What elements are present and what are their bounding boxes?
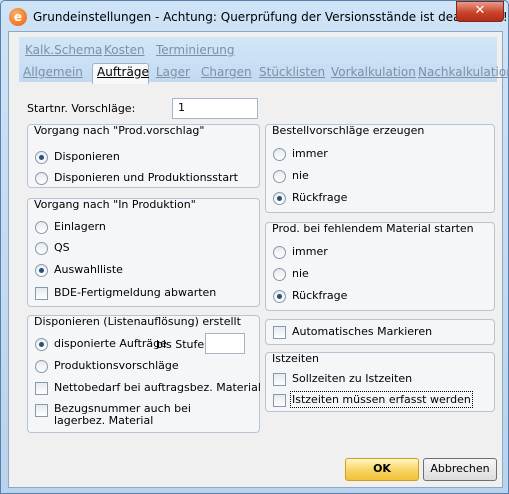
radio-button[interactable]	[273, 192, 286, 205]
radio-button[interactable]	[35, 338, 48, 351]
tab-terminierung[interactable]: Terminierung	[156, 43, 235, 57]
group-bestellvorschlaege-title: Bestellvorschläge erzeugen	[272, 124, 425, 137]
window-title: Grundeinstellungen - Achtung: Querprüfun…	[33, 10, 508, 24]
startnr-value: 1	[178, 101, 185, 114]
tab-chargen[interactable]: Chargen	[201, 65, 252, 79]
group-bestellvorschlaege: Bestellvorschläge erzeugen immer nie Rüc…	[265, 124, 495, 213]
tab-stuecklisten[interactable]: Stücklisten	[259, 65, 325, 79]
ok-button[interactable]: OK	[345, 458, 419, 481]
group-istzeiten: Istzeiten Sollzeiten zu Istzeiten Istzei…	[265, 352, 495, 412]
close-button[interactable]: ✕	[456, 1, 504, 22]
radio-button[interactable]	[273, 170, 286, 183]
tab-strip: Kalk.Schema Kosten Terminierung Allgemei…	[19, 37, 509, 84]
tab-panel-auftraege: Startnr. Vorschläge: 1 Vorgang nach "Pro…	[17, 82, 497, 433]
checkbox[interactable]	[273, 394, 286, 407]
stufe-field[interactable]	[205, 333, 245, 354]
group-fehlendes-material-title: Prod. bei fehlendem Material starten	[272, 222, 474, 235]
tab-allgemein[interactable]: Allgemein	[23, 65, 83, 79]
radio-button[interactable]	[35, 172, 48, 185]
tab-lager[interactable]: Lager	[156, 65, 190, 79]
radio-button[interactable]	[35, 360, 48, 373]
checkbox[interactable]	[273, 326, 286, 339]
title-bar[interactable]: e Grundeinstellungen - Achtung: Querprüf…	[1, 1, 508, 31]
dialog-window: e Grundeinstellungen - Achtung: Querprüf…	[0, 0, 509, 494]
checkbox[interactable]	[35, 404, 48, 417]
dialog-client: Kalk.Schema Kosten Terminierung Allgemei…	[8, 31, 509, 488]
startnr-label: Startnr. Vorschläge:	[27, 102, 136, 115]
radio-button[interactable]	[35, 151, 48, 164]
checkbox[interactable]	[35, 382, 48, 395]
app-icon: e	[9, 8, 27, 26]
checkbox[interactable]	[35, 287, 48, 300]
group-disponieren: Disponieren (Listenauflösung) erstellt d…	[27, 315, 261, 433]
radio-button[interactable]	[273, 246, 286, 259]
group-prod-vorschlag: Vorgang nach "Prod.vorschlag" Disponiere…	[27, 124, 260, 188]
tab-vorkalkulation[interactable]: Vorkalkulation	[331, 65, 416, 79]
stufe-label: bis Stufe:	[156, 338, 208, 351]
group-in-produktion-title: Vorgang nach "In Produktion"	[34, 198, 196, 211]
radio-button[interactable]	[273, 290, 286, 303]
tab-auftraege[interactable]: Aufträge	[97, 65, 149, 79]
group-auto-markieren: Automatisches Markieren	[265, 319, 495, 345]
group-prod-vorschlag-title: Vorgang nach "Prod.vorschlag"	[34, 124, 205, 137]
startnr-field[interactable]: 1	[172, 98, 258, 119]
group-disponieren-title: Disponieren (Listenauflösung) erstellt	[34, 315, 241, 328]
radio-button[interactable]	[273, 268, 286, 281]
group-istzeiten-title: Istzeiten	[272, 352, 319, 365]
group-in-produktion: Vorgang nach "In Produktion" Einlagern Q…	[27, 198, 260, 307]
tab-kalk-schema[interactable]: Kalk.Schema	[25, 43, 102, 57]
radio-button[interactable]	[35, 221, 48, 234]
group-fehlendes-material: Prod. bei fehlendem Material starten imm…	[265, 222, 495, 311]
checkbox[interactable]	[273, 373, 286, 386]
tab-nachkalkulation[interactable]: Nachkalkulation	[418, 65, 509, 79]
tab-kosten[interactable]: Kosten	[104, 43, 145, 57]
radio-button[interactable]	[35, 264, 48, 277]
radio-button[interactable]	[35, 242, 48, 255]
radio-button[interactable]	[273, 148, 286, 161]
cancel-button[interactable]: Abbrechen	[423, 458, 497, 481]
